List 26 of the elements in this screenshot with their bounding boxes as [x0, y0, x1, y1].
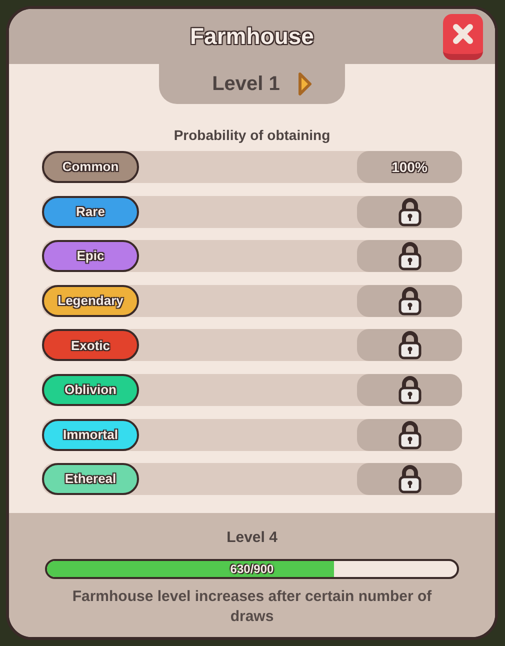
lock-icon: [398, 241, 422, 272]
next-arrow-icon: [298, 72, 312, 96]
lock-icon: [398, 196, 422, 227]
rarity-badge: Common: [42, 151, 139, 183]
rarity-badge: Immortal: [42, 418, 139, 451]
lock-icon: [398, 420, 422, 450]
dialog-title: Farmhouse: [190, 22, 314, 52]
next-level-button[interactable]: [298, 72, 312, 96]
lock-icon: [398, 286, 422, 316]
level-label: Level 1: [212, 72, 280, 97]
close-icon: [452, 23, 474, 45]
rarity-badge: Rare: [42, 196, 139, 228]
rarity-badge: Epic: [42, 240, 139, 272]
rarity-badge: Legendary: [42, 284, 139, 317]
progress-level-label: Level 4: [226, 528, 278, 548]
progress-reading: 630/900: [230, 560, 274, 576]
probability-cell: 100%: [357, 151, 462, 183]
probability-label: Probability of obtaining: [174, 126, 330, 145]
lock-icon: [398, 374, 422, 405]
rarity-badge: Exotic: [42, 329, 139, 362]
rarity-badge: Oblivion: [42, 374, 139, 406]
lock-icon: [398, 330, 422, 360]
lock-icon: [398, 464, 422, 494]
close-button[interactable]: [443, 14, 483, 60]
hint-text: Farmhouse level increases after certain number of draws: [71, 586, 433, 626]
rarity-badge: Ethereal: [42, 463, 139, 496]
